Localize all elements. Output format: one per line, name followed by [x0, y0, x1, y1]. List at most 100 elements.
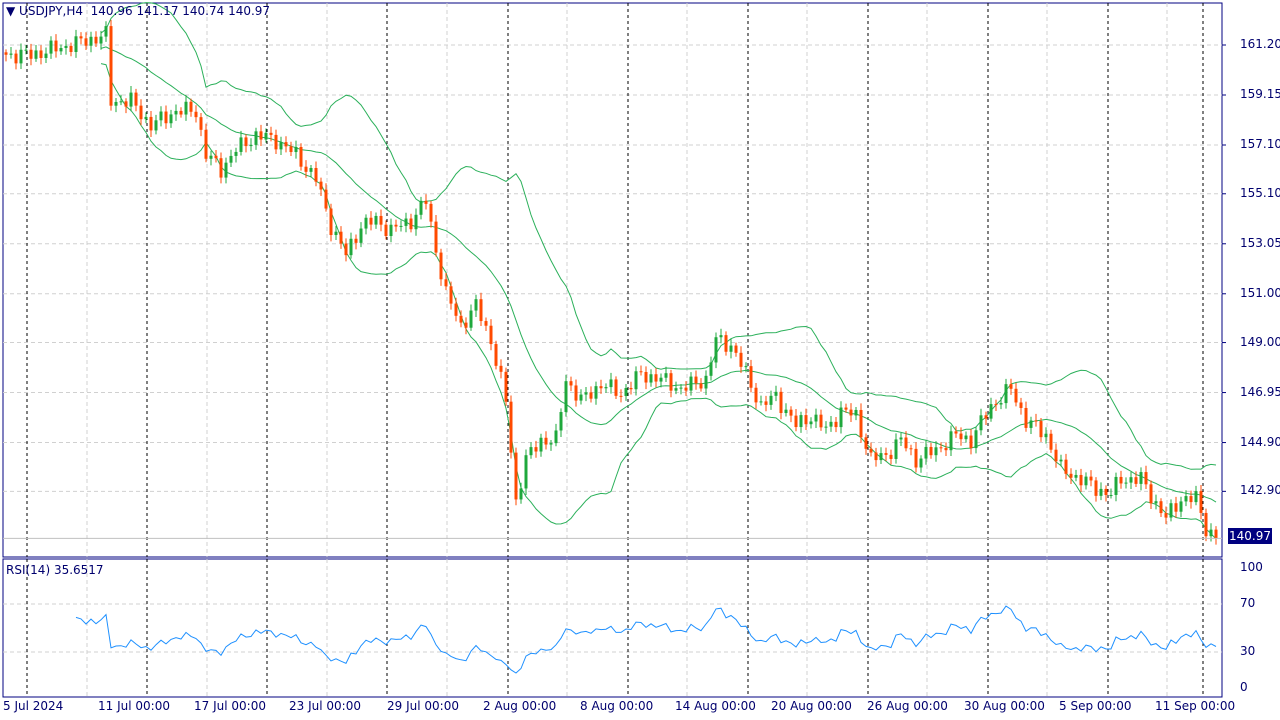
bear-candle — [1094, 480, 1098, 496]
bear-candle — [299, 146, 303, 167]
price-tick-label: 149.00 — [1240, 334, 1280, 349]
time-axis-label: 5 Jul 2024 — [3, 699, 64, 713]
bear-candle — [1149, 484, 1153, 504]
bull-candle — [974, 430, 978, 449]
bear-candle — [514, 452, 518, 500]
bear-candle — [329, 208, 333, 236]
time-axis-label: 11 Jul 00:00 — [98, 699, 170, 713]
bear-candle — [164, 111, 168, 124]
bull-candle — [1209, 529, 1213, 537]
bear-candle — [479, 299, 483, 322]
bear-candle — [1144, 472, 1148, 485]
bear-candle — [739, 352, 743, 367]
bear-candle — [189, 101, 193, 112]
bear-candle — [889, 454, 893, 459]
bull-candle — [1074, 474, 1078, 478]
bull-candle — [649, 374, 653, 383]
bear-candle — [489, 325, 493, 345]
bear-candle — [544, 437, 548, 445]
bear-candle — [884, 453, 888, 455]
bull-candle — [829, 421, 833, 427]
bull-candle — [414, 214, 418, 230]
bull-candle — [784, 409, 788, 414]
bull-candle — [1184, 496, 1188, 502]
bull-candle — [924, 446, 928, 459]
bear-candle — [644, 371, 648, 383]
price-tick-label: 146.95 — [1240, 384, 1280, 399]
bear-candle — [199, 117, 203, 130]
bull-candle — [224, 162, 228, 178]
bear-candle — [284, 142, 288, 147]
bear-candle — [684, 387, 688, 391]
bear-candle — [669, 373, 673, 391]
bull-candle — [1129, 477, 1133, 483]
bull-candle — [774, 391, 778, 396]
bear-candle — [874, 452, 878, 461]
time-axis-label: 11 Sep 00:00 — [1155, 699, 1236, 713]
rsi-label: RSI(14) 35.6517 — [6, 563, 104, 577]
bull-candle — [99, 36, 103, 44]
bear-candle — [1049, 433, 1053, 450]
time-axis-label: 30 Aug 00:00 — [964, 699, 1045, 713]
bull-candle — [349, 238, 353, 256]
bear-candle — [454, 303, 458, 316]
bull-candle — [744, 366, 748, 368]
bull-candle — [1139, 472, 1143, 484]
bull-candle — [679, 387, 683, 389]
bull-candle — [529, 447, 533, 456]
bear-candle — [699, 383, 703, 389]
bull-candle — [729, 345, 733, 352]
bull-candle — [899, 437, 903, 440]
bear-candle — [749, 366, 753, 388]
bear-candle — [959, 433, 963, 440]
bear-candle — [54, 40, 58, 52]
bear-candle — [79, 36, 83, 39]
bull-candle — [49, 40, 53, 54]
collapse-triangle-icon[interactable]: ▼ — [6, 4, 19, 18]
bull-candle — [294, 146, 298, 153]
bear-candle — [1214, 529, 1218, 539]
bear-candle — [1064, 459, 1068, 474]
bear-candle — [69, 45, 73, 52]
bear-candle — [804, 415, 808, 425]
bear-candle — [819, 414, 823, 428]
bear-candle — [1204, 512, 1208, 537]
bull-candle — [854, 409, 858, 416]
bear-candle — [134, 92, 138, 106]
bull-candle — [999, 403, 1003, 405]
bear-candle — [954, 431, 958, 434]
bear-candle — [214, 155, 218, 159]
bull-candle — [1124, 482, 1128, 484]
bear-candle — [929, 446, 933, 456]
bull-candle — [374, 215, 378, 225]
bull-candle — [579, 394, 583, 401]
bull-candle — [1154, 501, 1158, 504]
bear-candle — [914, 448, 918, 468]
bear-candle — [1189, 496, 1193, 503]
bear-candle — [109, 26, 113, 106]
bear-candle — [499, 365, 503, 372]
bear-candle — [614, 379, 618, 396]
bull-candle — [704, 375, 708, 389]
price-tick-label: 157.10 — [1240, 137, 1280, 151]
bear-candle — [754, 387, 758, 403]
bear-candle — [429, 203, 433, 222]
bear-candle — [569, 381, 573, 386]
bollinger-middle-band — [100, 46, 1217, 503]
bear-candle — [509, 401, 513, 453]
bull-candle — [474, 299, 478, 311]
price-tick-label: 159.15 — [1240, 87, 1280, 101]
bear-candle — [1159, 501, 1163, 514]
bull-candle — [584, 392, 588, 395]
bear-candle — [794, 415, 798, 428]
bear-candle — [1039, 421, 1043, 438]
bull-candle — [1099, 488, 1103, 496]
bull-candle — [799, 415, 803, 428]
bear-candle — [1104, 488, 1108, 495]
bear-candle — [339, 231, 343, 244]
bull-candle — [934, 447, 938, 456]
time-axis-label: 5 Sep 00:00 — [1059, 699, 1132, 713]
bull-candle — [894, 439, 898, 459]
bollinger-upper-band — [100, 2, 1217, 470]
bear-candle — [1054, 449, 1058, 462]
